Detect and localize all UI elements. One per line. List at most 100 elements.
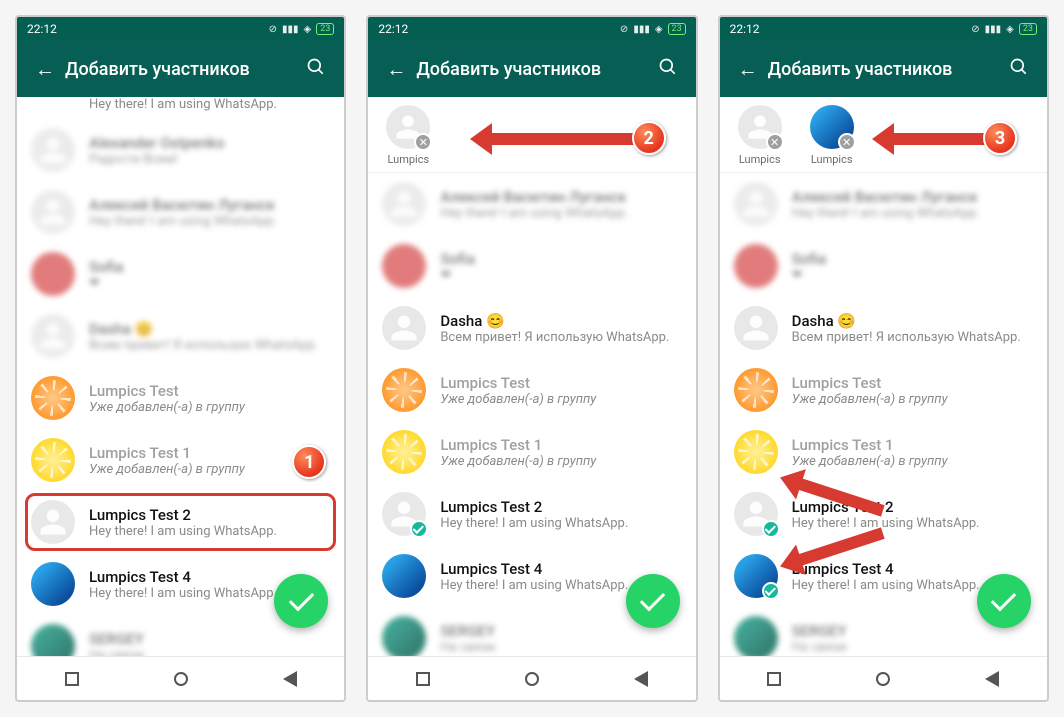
nav-recent[interactable]	[416, 672, 430, 686]
contact-row: Lumpics Test 1Уже добавлен(-а) в группу	[720, 421, 1047, 483]
contact-text: Sofia❤	[792, 250, 1033, 283]
contact-row[interactable]: Sofia❤	[17, 243, 344, 305]
contact-row[interactable]: Alexander OstpenkoРадости Всем!	[17, 119, 344, 181]
contact-row[interactable]: Dasha 😊Всем привет! Я использую WhatsApp…	[720, 297, 1047, 359]
dnd-icon: ⊘	[269, 24, 277, 35]
contact-text: Dasha 😊Всем привет! Я использую WhatsApp…	[89, 320, 330, 353]
contact-avatar	[31, 438, 75, 482]
remove-chip-icon[interactable]: ✕	[838, 133, 856, 151]
search-button[interactable]	[296, 57, 336, 81]
contact-text: Lumpics Test 2Hey there! I am using What…	[440, 498, 681, 531]
annotation-arrow-top	[890, 133, 990, 145]
contact-avatar	[734, 244, 778, 288]
contact-row: Lumpics TestУже добавлен(-а) в группу	[17, 367, 344, 429]
selected-label: Lumpics	[811, 153, 853, 166]
selected-chip-lumpics[interactable]: ✕ Lumpics	[380, 105, 436, 168]
contact-row[interactable]: Алексей Васютин ЛуганскHey there! I am u…	[368, 173, 695, 235]
battery-icon: 23	[668, 23, 686, 35]
contact-status: Hey there! I am using WhatsApp.	[89, 214, 330, 229]
contact-status: Всем привет! Я использую WhatsApp.	[440, 330, 681, 345]
person-icon	[741, 313, 771, 343]
remove-chip-icon[interactable]: ✕	[766, 133, 784, 151]
status-icons: ⊘ ▮▮▮ ◈ 23	[620, 23, 686, 35]
nav-back[interactable]	[634, 671, 648, 687]
nav-home[interactable]	[876, 672, 890, 686]
contact-row[interactable]: Dasha 😊Всем привет! Я использую WhatsApp…	[368, 297, 695, 359]
contact-row[interactable]: Dasha 😊Всем привет! Я использую WhatsApp…	[17, 305, 344, 367]
app-bar: ← Добавить участников	[720, 41, 1047, 97]
contact-text: Lumpics Test 1Уже добавлен(-а) в группу	[792, 436, 1033, 469]
confirm-fab[interactable]	[274, 574, 328, 628]
contact-name: Lumpics Test	[792, 374, 1033, 392]
selected-chip-lumpics[interactable]: ✕ Lumpics	[732, 105, 788, 168]
step-badge-2: 2	[632, 121, 666, 155]
contact-name: Lumpics Test 1	[792, 436, 1033, 454]
page-title: Добавить участников	[768, 59, 999, 80]
nav-back[interactable]	[283, 671, 297, 687]
contact-status: Hey there! I am using WhatsApp.	[89, 524, 330, 539]
dnd-icon: ⊘	[620, 24, 628, 35]
contact-status: Уже добавлен(-а) в группу	[792, 392, 1033, 407]
status-time: 22:12	[378, 22, 408, 36]
person-icon	[389, 189, 419, 219]
nav-back[interactable]	[985, 671, 999, 687]
contact-text: Sofia❤	[89, 258, 330, 291]
contact-status: Hey there! I am using WhatsApp.	[792, 516, 1033, 531]
contact-text: Dasha 😊Всем привет! Я использую WhatsApp…	[792, 312, 1033, 345]
contact-name: Dasha 😊	[89, 320, 330, 338]
contact-text: Алексей Васютин ЛуганскHey there! I am u…	[89, 196, 330, 229]
contact-name: Alexander Ostpenko	[89, 134, 330, 152]
contact-row[interactable]: Алексей Васютин ЛуганскHey there! I am u…	[720, 173, 1047, 235]
search-icon	[306, 57, 326, 77]
contact-status: Уже добавлен(-а) в группу	[89, 400, 330, 415]
contact-avatar	[382, 368, 426, 412]
contact-row[interactable]: Алексей Васютин ЛуганскHey there! I am u…	[17, 181, 344, 243]
selected-avatar: ✕	[810, 105, 854, 149]
contact-name: Sofia	[89, 258, 330, 276]
nav-recent[interactable]	[65, 672, 79, 686]
contact-name: Алексей Васютин Луганск	[89, 196, 330, 214]
contact-row[interactable]: Lumpics Test 2Hey there! I am using What…	[17, 491, 344, 553]
status-bar: 22:12 ⊘ ▮▮▮ ◈ 23	[720, 17, 1047, 41]
contact-name: Lumpics Test 2	[440, 498, 681, 516]
person-icon	[741, 189, 771, 219]
contact-row[interactable]: Lumpics Test 2Hey there! I am using What…	[368, 483, 695, 545]
search-button[interactable]	[648, 57, 688, 81]
nav-home[interactable]	[525, 672, 539, 686]
confirm-fab[interactable]	[626, 574, 680, 628]
contact-text: Lumpics Test 2Hey there! I am using What…	[89, 506, 330, 539]
contact-name: Lumpics Test 1	[440, 436, 681, 454]
search-button[interactable]	[999, 57, 1039, 81]
back-button[interactable]: ←	[376, 57, 416, 82]
back-button[interactable]: ←	[728, 57, 768, 82]
contact-name: Алексей Васютин Луганск	[792, 188, 1033, 206]
remove-chip-icon[interactable]: ✕	[414, 133, 432, 151]
selected-avatar: ✕	[738, 105, 782, 149]
nav-home[interactable]	[174, 672, 188, 686]
person-icon	[38, 197, 68, 227]
contact-name: SERGEY	[89, 630, 330, 648]
contact-text: Lumpics TestУже добавлен(-а) в группу	[792, 374, 1033, 407]
contact-row[interactable]: Sofia❤	[368, 235, 695, 297]
page-title: Добавить участников	[416, 59, 647, 80]
contact-status: ❤	[440, 268, 681, 283]
selected-chip-lumpics-2[interactable]: ✕ Lumpics	[804, 105, 860, 168]
confirm-fab[interactable]	[977, 574, 1031, 628]
contact-avatar	[382, 616, 426, 656]
contact-name: Lumpics Test 2	[89, 506, 330, 524]
status-bar: 22:12 ⊘ ▮▮▮ ◈ 23	[368, 17, 695, 41]
checked-icon	[762, 520, 780, 538]
contact-avatar	[382, 430, 426, 474]
contact-status: Уже добавлен(-а) в группу	[792, 454, 1033, 469]
back-button[interactable]: ←	[25, 57, 65, 82]
status-time: 22:12	[27, 22, 57, 36]
contact-row[interactable]: Sofia❤	[720, 235, 1047, 297]
contact-status: Уже добавлен(-а) в группу	[440, 392, 681, 407]
checked-icon	[410, 520, 428, 538]
nav-bar	[720, 656, 1047, 700]
contact-name: Lumpics Test	[89, 382, 330, 400]
contact-avatar	[734, 430, 778, 474]
contact-text: SERGEYНа связи	[89, 630, 330, 657]
contact-name: Dasha 😊	[440, 312, 681, 330]
nav-recent[interactable]	[767, 672, 781, 686]
